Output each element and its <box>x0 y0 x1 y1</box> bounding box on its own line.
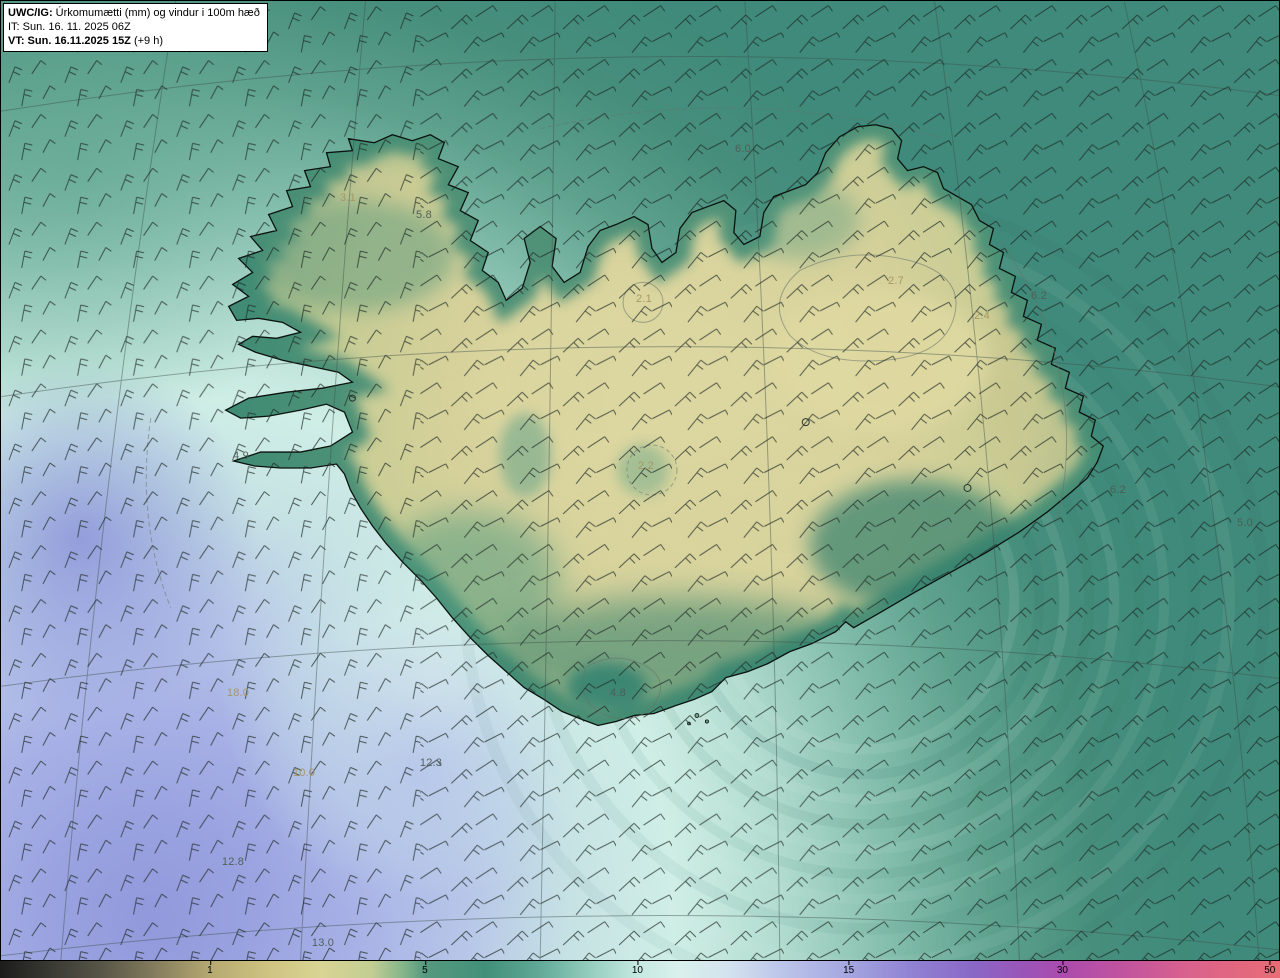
product-code: UWC/IG: <box>8 7 53 19</box>
title-box: UWC/IG: Úrkomumætti (mm) og vindur i 100… <box>3 3 268 52</box>
wind-barb-field <box>1 1 1279 960</box>
valid-time: VT: Sun. 16.11.2025 15Z (+9 h) <box>8 34 260 48</box>
init-time: IT: Sun. 16. 11. 2025 06Z <box>8 20 260 34</box>
valid-time-main: VT: Sun. 16.11.2025 15Z <box>8 35 131 47</box>
weather-chart: 6.03.15.82.72.16.22.44.92.26.25.04.818.0… <box>0 0 1280 978</box>
colorbar <box>0 961 1280 978</box>
weather-map-canvas <box>1 1 1279 960</box>
valid-time-offset: (+9 h) <box>131 35 163 47</box>
map-area: 6.03.15.82.72.16.22.44.92.26.25.04.818.0… <box>0 0 1280 961</box>
product-title: UWC/IG: Úrkomumætti (mm) og vindur i 100… <box>8 6 260 20</box>
product-desc: Úrkomumætti (mm) og vindur i 100m hæð <box>53 7 260 19</box>
